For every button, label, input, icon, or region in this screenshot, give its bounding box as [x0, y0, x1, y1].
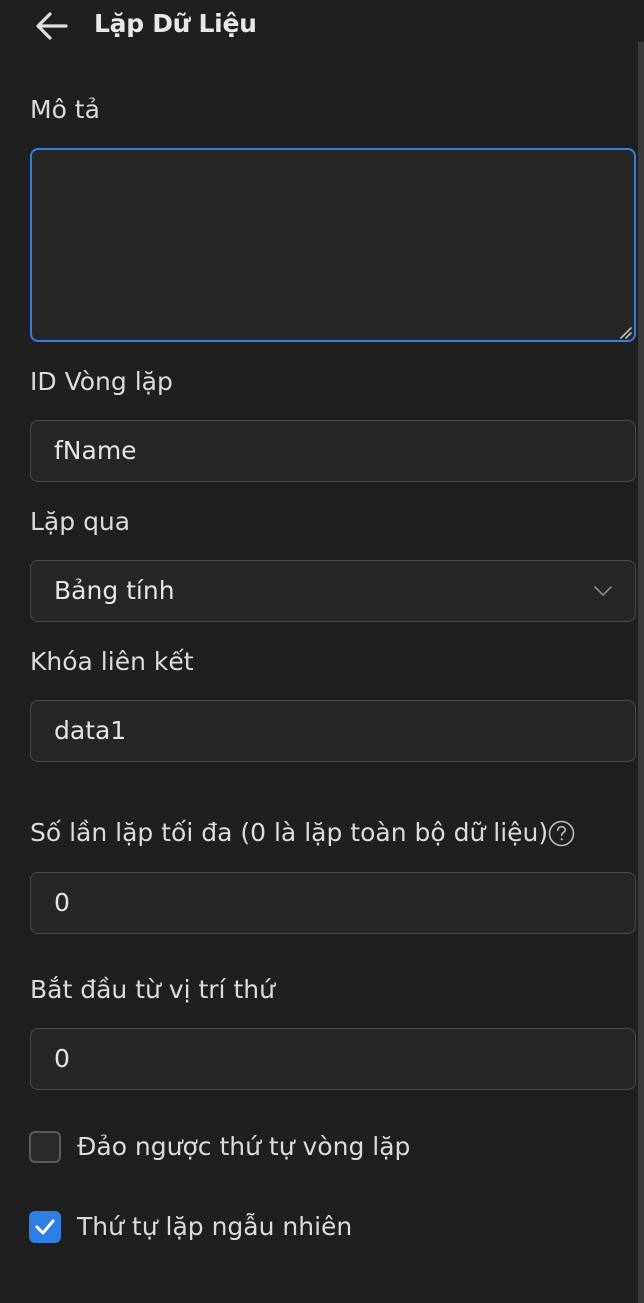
loop-id-value: fName [54, 436, 137, 465]
chevron-down-icon [593, 583, 613, 599]
loop-over-label: Lặp qua [30, 507, 131, 536]
loop-id-label: ID Vòng lặp [30, 367, 173, 396]
reverse-order-label[interactable]: Đảo ngược thứ tự vòng lặp [77, 1132, 410, 1161]
back-button[interactable] [32, 7, 72, 47]
page-title: Lặp Dữ Liệu [94, 9, 257, 38]
max-iterations-label: Số lần lặp tối đa (0 là lặp toàn bộ dữ l… [30, 818, 549, 847]
reverse-order-checkbox[interactable] [29, 1131, 61, 1163]
start-index-value: 0 [54, 1044, 70, 1073]
link-key-input[interactable]: data1 [30, 700, 636, 762]
start-index-input[interactable]: 0 [30, 1028, 636, 1090]
loop-id-input[interactable]: fName [30, 420, 636, 482]
resize-grip-icon[interactable] [618, 324, 632, 339]
loop-over-selected: Bảng tính [54, 576, 175, 605]
random-order-label[interactable]: Thứ tự lặp ngẫu nhiên [77, 1212, 352, 1241]
link-key-label: Khóa liên kết [30, 647, 194, 676]
max-iterations-input[interactable]: 0 [30, 872, 636, 934]
link-key-value: data1 [54, 716, 127, 745]
scrollbar[interactable] [638, 42, 644, 1303]
loop-over-select[interactable]: Bảng tính [30, 560, 636, 622]
description-label: Mô tả [30, 95, 100, 124]
random-order-checkbox[interactable] [29, 1211, 61, 1243]
arrow-left-icon [32, 7, 72, 47]
header: Lặp Dữ Liệu [0, 0, 644, 52]
max-iterations-value: 0 [54, 888, 70, 917]
description-textarea[interactable] [30, 148, 636, 342]
help-circle-icon[interactable] [548, 820, 575, 847]
start-index-label: Bắt đầu từ vị trí thứ [30, 975, 275, 1004]
